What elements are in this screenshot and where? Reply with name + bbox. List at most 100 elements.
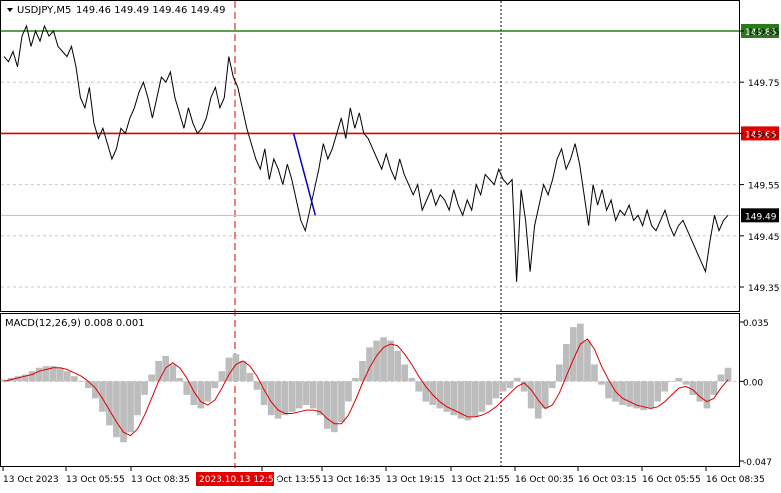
- macd-histogram-bar: [127, 381, 134, 433]
- macd-histogram-bar: [654, 381, 662, 402]
- macd-histogram-bar: [513, 377, 521, 382]
- macd-histogram-bar: [211, 381, 219, 389]
- macd-histogram-bar: [204, 381, 212, 402]
- macd-histogram-bar: [380, 337, 387, 382]
- macd-histogram-bar: [436, 381, 444, 409]
- macd-histogram-bar: [176, 377, 184, 382]
- macd-histogram-bar: [471, 381, 479, 417]
- ohlc-values: 149.46 149.49 149.46 149.49: [76, 5, 226, 16]
- macd-histogram-bar: [246, 372, 254, 382]
- time-highlight-label: 2023.10.13 12:55: [199, 475, 279, 485]
- macd-histogram-bar: [478, 381, 486, 412]
- time-axis-label: 16 Oct 05:55: [642, 475, 701, 485]
- macd-histogram-bar: [85, 381, 92, 389]
- macd-histogram-bar: [71, 376, 78, 382]
- macd-histogram-bar: [541, 381, 549, 409]
- price-axis: 149.85 149.75 149.65 149.55 149.45 149.35: [740, 28, 780, 294]
- macd-histogram-bar: [63, 371, 71, 382]
- macd-histogram-bar: [647, 381, 654, 409]
- macd-histogram-bar: [218, 371, 226, 382]
- macd-histogram-bar: [134, 381, 141, 416]
- macd-histogram-bar: [42, 366, 50, 382]
- macd-histogram-bar: [464, 381, 472, 421]
- macd-histogram-bar: [155, 361, 162, 382]
- macd-histogram-bar: [274, 381, 282, 419]
- macd-histogram-bar: [288, 381, 296, 412]
- time-axis-label: 16 Oct 00:35: [515, 475, 574, 485]
- time-axis-label: 16 Oct 08:35: [706, 475, 765, 485]
- price-axis-label: 149.75: [748, 79, 780, 89]
- macd-histogram-bar: [415, 381, 423, 392]
- macd-histogram-bar: [373, 340, 380, 382]
- macd-histogram-bar: [661, 381, 669, 392]
- macd-histogram-bar: [225, 357, 233, 382]
- macd-histogram-bar: [92, 381, 99, 399]
- macd-histogram-bar: [710, 381, 718, 395]
- macd-axis-label: 0.035: [743, 319, 769, 329]
- macd-histogram-bar: [28, 371, 36, 382]
- macd-histogram-bar: [169, 364, 177, 382]
- time-axis-label: 13 Oct 2023: [3, 475, 59, 485]
- macd-histogram-bar: [527, 381, 535, 409]
- macd-histogram-bar: [619, 381, 626, 405]
- time-axis-label: 16 Oct 03:15: [578, 475, 637, 485]
- macd-histogram-bar: [99, 381, 106, 412]
- chart-canvas[interactable]: 149.85 149.65 149.49 USDJPY,M5 149.46 149.…: [0, 0, 781, 489]
- macd-histogram-bar: [197, 381, 205, 409]
- macd-histogram-bar: [35, 367, 43, 382]
- macd-histogram-bar: [556, 364, 563, 382]
- macd-histogram-bar: [485, 381, 493, 405]
- macd-histogram-bar: [682, 381, 690, 385]
- chart-window: 149.85 149.65 149.49 USDJPY,M5 149.46 149.…: [0, 0, 781, 489]
- macd-histogram-bar: [302, 381, 310, 405]
- macd-histogram-bar: [352, 377, 359, 382]
- price-axis-label: 149.45: [748, 233, 780, 243]
- time-axis: 13 Oct 2023 13 Oct 05:55 13 Oct 08:35 13 Oc…: [2, 467, 765, 486]
- macd-histogram-bar: [106, 381, 113, 426]
- macd-histogram-bar: [591, 364, 598, 382]
- macd-histogram-bar: [717, 374, 725, 382]
- macd-histogram-bar: [422, 381, 430, 402]
- macd-histogram-bar: [345, 381, 352, 402]
- macd-histogram-bar: [190, 381, 198, 405]
- macd-histogram-bar: [281, 381, 289, 416]
- macd-histogram-bar: [548, 381, 556, 389]
- macd-histogram-bar: [401, 364, 408, 382]
- macd-histogram-bar: [724, 367, 732, 382]
- macd-histogram-bar: [703, 381, 711, 409]
- macd-axis-label: -0.047: [743, 458, 772, 468]
- macd-histogram-bar: [429, 381, 437, 405]
- macd-histogram-bar: [148, 374, 155, 382]
- level-price-label: 149.49: [745, 212, 777, 222]
- price-axis-label: 149.65: [748, 130, 780, 140]
- time-axis-label: 13 Oct 21:55: [451, 475, 510, 485]
- price-axis-label: 149.35: [748, 284, 780, 294]
- macd-histogram-bar: [239, 361, 247, 382]
- time-axis-label: 13 Oct 08:35: [131, 475, 190, 485]
- time-axis-label: 13 Oct 19:15: [386, 475, 445, 485]
- macd-axis-label: 0.00: [743, 378, 763, 388]
- macd-histogram-bar: [338, 381, 345, 422]
- symbol-title: USDJPY,M5: [17, 5, 71, 16]
- macd-histogram-bar: [675, 377, 683, 382]
- macd-histogram-bar: [394, 350, 401, 382]
- macd-histogram-bar: [668, 381, 676, 382]
- macd-histogram-bar: [506, 381, 514, 389]
- macd-histogram-bar: [309, 381, 317, 409]
- price-axis-label: 149.85: [748, 28, 780, 38]
- time-axis-label: 13 Oct 16:35: [322, 475, 381, 485]
- macd-histogram-bar: [577, 323, 584, 382]
- time-axis-label: 13 Oct 05:55: [66, 475, 125, 485]
- macd-label: MACD(12,26,9) 0.008 0.001: [5, 318, 145, 329]
- macd-histogram-bar: [387, 340, 394, 382]
- macd-histogram-bar: [78, 381, 85, 382]
- macd-histogram-bar: [253, 381, 261, 390]
- macd-histogram-bar: [331, 381, 338, 433]
- price-axis-label: 149.55: [748, 182, 780, 192]
- macd-axis: 0.035 0.00 -0.047: [740, 319, 772, 468]
- macd-histogram-bar: [598, 381, 605, 385]
- macd-histogram-bar: [141, 381, 148, 395]
- macd-histogram-bar: [56, 367, 64, 382]
- macd-histogram-bar: [324, 381, 331, 429]
- macd-histogram-bar: [295, 381, 303, 409]
